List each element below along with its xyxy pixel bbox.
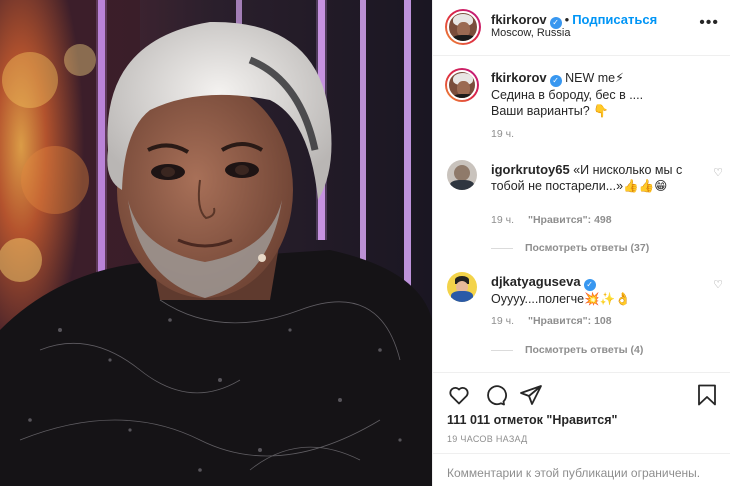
verified-badge-icon: ✓ <box>583 279 596 291</box>
replies-divider <box>491 349 513 351</box>
comment-like-icon[interactable]: ♡ <box>713 278 723 291</box>
verified-badge-icon: ✓ <box>549 75 562 87</box>
comment-likes[interactable]: "Нравится": 498 <box>528 214 612 226</box>
bookmark-icon[interactable] <box>695 383 719 407</box>
separator-dot: • <box>564 12 570 27</box>
comment-like-icon[interactable]: ♡ <box>713 166 723 179</box>
instagram-post: fkirkorov ✓ • Подписаться Moscow, Russia ••… <box>0 0 730 486</box>
follow-button[interactable]: Подписаться <box>572 12 657 27</box>
comment-avatar[interactable] <box>447 272 477 302</box>
view-replies-label: Посмотреть ответы (4) <box>525 344 644 356</box>
post-header: fkirkorov ✓ • Подписаться Moscow, Russia ••… <box>433 0 730 56</box>
post-location[interactable]: Moscow, Russia <box>491 27 570 39</box>
caption-text: fkirkorov ✓ NEW me⚡ Седина в бороду, бес … <box>491 70 701 119</box>
view-replies-button[interactable]: Посмотреть ответы (37) <box>491 242 649 254</box>
post-side-panel: fkirkorov ✓ • Подписаться Moscow, Russia ••… <box>432 0 730 486</box>
comments-section: fkirkorov ✓ NEW me⚡ Седина в бороду, бес … <box>433 56 730 372</box>
view-replies-button[interactable]: Посмотреть ответы (4) <box>491 344 643 356</box>
post-actions: 111 011 отметок "Нравится" 19 ЧАСОВ НАЗА… <box>433 372 730 486</box>
comment-bubble-icon[interactable] <box>483 383 507 407</box>
more-options-icon[interactable]: ••• <box>699 14 719 32</box>
caption-author-avatar[interactable] <box>445 68 479 102</box>
comment-meta: 19 ч. "Нравится": 498 <box>491 214 612 226</box>
comments-limited-notice: Комментарии к этой публикации ограничены… <box>433 453 730 480</box>
heart-icon[interactable] <box>447 383 471 407</box>
caption-line-1: NEW me⚡ <box>565 71 624 85</box>
post-photo[interactable] <box>0 0 432 486</box>
caption-line-3: Ваши варианты? 👇 <box>491 104 609 118</box>
comment-username[interactable]: igorkrutoy65 <box>491 162 570 177</box>
comment-time[interactable]: 19 ч. <box>491 315 514 327</box>
view-replies-label: Посмотреть ответы (37) <box>525 242 650 254</box>
comment-avatar[interactable] <box>447 160 477 190</box>
comment-username[interactable]: djkatyaguseva <box>491 274 581 289</box>
author-avatar[interactable] <box>445 9 481 45</box>
comment-likes[interactable]: "Нравится": 108 <box>528 315 612 327</box>
comment-time[interactable]: 19 ч. <box>491 214 514 226</box>
paper-plane-icon[interactable] <box>519 383 543 407</box>
post-timestamp[interactable]: 19 ЧАСОВ НАЗАД <box>447 434 528 444</box>
replies-divider <box>491 247 513 249</box>
comment-text: djkatyaguseva ✓ Оуууу....полегче💥✨👌 <box>491 274 691 307</box>
comment-body: Оуууу....полегче💥✨👌 <box>491 292 631 306</box>
portrait-image <box>0 0 432 486</box>
caption-username[interactable]: fkirkorov <box>491 70 547 85</box>
author-username[interactable]: fkirkorov <box>491 12 547 27</box>
likes-count[interactable]: 111 011 отметок "Нравится" <box>447 413 617 427</box>
comment-meta: 19 ч. "Нравится": 108 <box>491 315 612 327</box>
caption-time[interactable]: 19 ч. <box>491 128 514 140</box>
caption-line-2: Седина в бороду, бес в .... <box>491 88 644 102</box>
comment-text: igorkrutoy65 «И нисколько мы с тобой не … <box>491 162 691 194</box>
